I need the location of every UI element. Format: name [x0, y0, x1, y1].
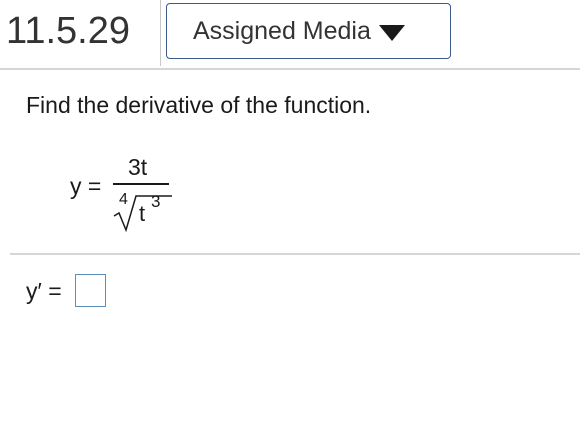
header-rule [0, 68, 580, 70]
problem-number: 11.5.29 [6, 10, 130, 52]
answer-input[interactable] [75, 274, 106, 307]
fraction-numerator: 3t [128, 154, 148, 180]
answer-divider [10, 253, 580, 255]
assigned-media-button[interactable]: Assigned Media [166, 3, 451, 59]
radicand-exponent: 3 [151, 192, 161, 211]
assigned-media-label: Assigned Media [193, 16, 371, 45]
caret-down-icon [378, 25, 405, 41]
function-equation: y = 3t 4 t 3 [0, 150, 580, 240]
answer-label: y′ = [26, 278, 62, 304]
equation-lhs: y = [70, 173, 102, 199]
fraction-denominator-radical: 4 t 3 [112, 186, 182, 236]
radicand-base: t [139, 201, 146, 226]
root-index: 4 [119, 191, 128, 208]
question-header: 11.5.29 Assigned Media [0, 0, 580, 68]
question-instruction: Find the derivative of the function. [26, 92, 372, 118]
fraction-bar [113, 183, 169, 185]
header-divider [160, 0, 161, 66]
